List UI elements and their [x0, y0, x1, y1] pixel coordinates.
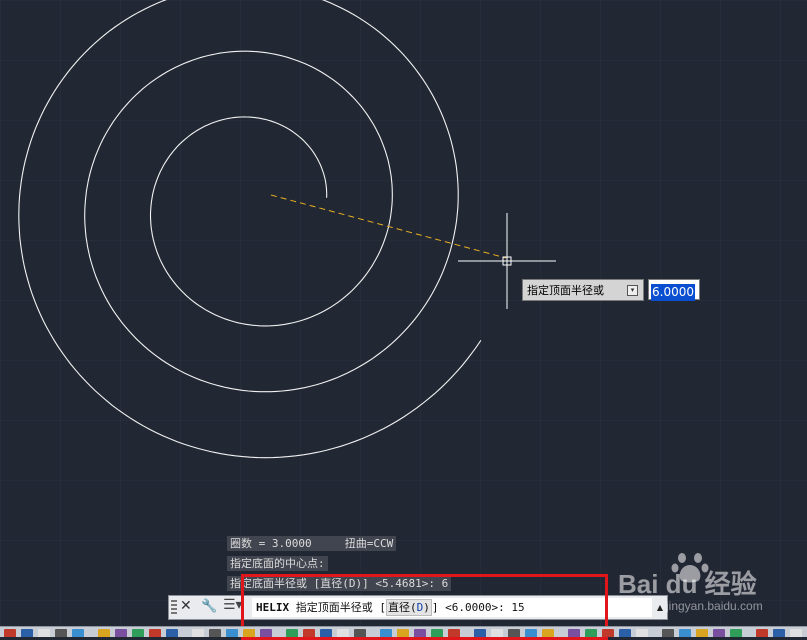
typed-value: 15 — [511, 601, 525, 614]
recent-commands-icon[interactable]: ☰▾ — [223, 597, 243, 613]
option-label: 直径( — [388, 601, 417, 614]
option-diameter[interactable]: 直径(D) — [386, 599, 432, 616]
dynamic-input-prompt: 指定顶面半径或 ▾ — [522, 279, 644, 301]
drag-grip-icon[interactable] — [171, 600, 177, 616]
wrench-icon[interactable]: 🔧 — [201, 599, 217, 614]
dynamic-input-value[interactable]: 6.0000 — [651, 284, 695, 301]
drawing-svg — [0, 0, 807, 636]
command-line-bar: ✕ 🔧 ☰▾ HELIX 指定顶面半径或 [直径(D)] <6.0000>: 1… — [168, 595, 668, 620]
command-name: HELIX — [256, 601, 290, 614]
grid-background — [0, 0, 807, 636]
dynamic-input-label: 指定顶面半径或 — [527, 284, 604, 297]
command-input[interactable]: HELIX 指定顶面半径或 [直径(D)] <6.0000>: 15 — [252, 598, 652, 617]
scroll-up-icon[interactable]: ▲ — [655, 598, 665, 617]
taskbar — [0, 626, 807, 637]
history-line-3: 指定底面半径或 [直径(D)] <5.4681>: 6 — [227, 576, 452, 591]
option-close: ) — [423, 601, 430, 614]
history-line-1: 圈数 = 3.0000 扭曲=CCW — [227, 536, 397, 551]
close-icon[interactable]: ✕ — [180, 598, 192, 614]
chevron-down-icon[interactable]: ▾ — [627, 285, 638, 296]
command-prompt-before: 指定顶面半径或 [ — [295, 601, 386, 614]
dynamic-input-field[interactable]: 6.0000 — [648, 279, 700, 301]
drawing-canvas[interactable]: 指定顶面半径或 ▾ 6.0000 圈数 = 3.0000 扭曲=CCW 指定底面… — [0, 0, 807, 640]
history-line-2: 指定底面的中心点: — [227, 556, 328, 571]
command-prompt-after: ] <6.0000>: — [431, 601, 512, 614]
